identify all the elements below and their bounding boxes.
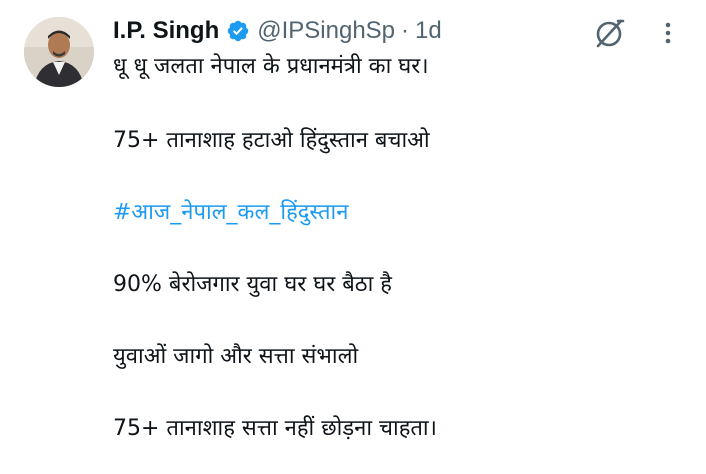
more-vertical-icon[interactable] (656, 18, 680, 48)
tweet-line: धू धू जलता नेपाल के प्रधानमंत्री का घर। (113, 54, 429, 79)
avatar[interactable] (24, 17, 94, 87)
timestamp[interactable]: 1d (415, 17, 442, 45)
separator-dot: · (401, 17, 410, 44)
tweet-line: 75+ तानाशाह हटाओ हिंदुस्तान बचाओ (113, 128, 430, 153)
author-name[interactable]: I.P. Singh (113, 17, 219, 45)
tweet-line: युवाओं जागो और सत्ता संभालो (113, 344, 359, 369)
hashtag-link[interactable]: #आज_नेपाल_कल_हिंदुस्तान (113, 198, 348, 228)
tweet[interactable]: I.P. Singh @IPSinghSp · 1d धू धू जलता ने… (0, 0, 706, 474)
verified-badge-icon (226, 19, 250, 43)
author-handle[interactable]: @IPSinghSp (257, 17, 395, 45)
tweet-header: I.P. Singh @IPSinghSp · 1d (113, 14, 442, 48)
grok-icon[interactable] (592, 16, 626, 50)
tweet-line: 90% बेरोजगार युवा घर घर बैठा है (113, 272, 392, 297)
avatar-photo (24, 17, 94, 87)
tweet-line: 75+ तानाशाह सत्ता नहीं छोड़ना चाहता। (113, 416, 437, 441)
